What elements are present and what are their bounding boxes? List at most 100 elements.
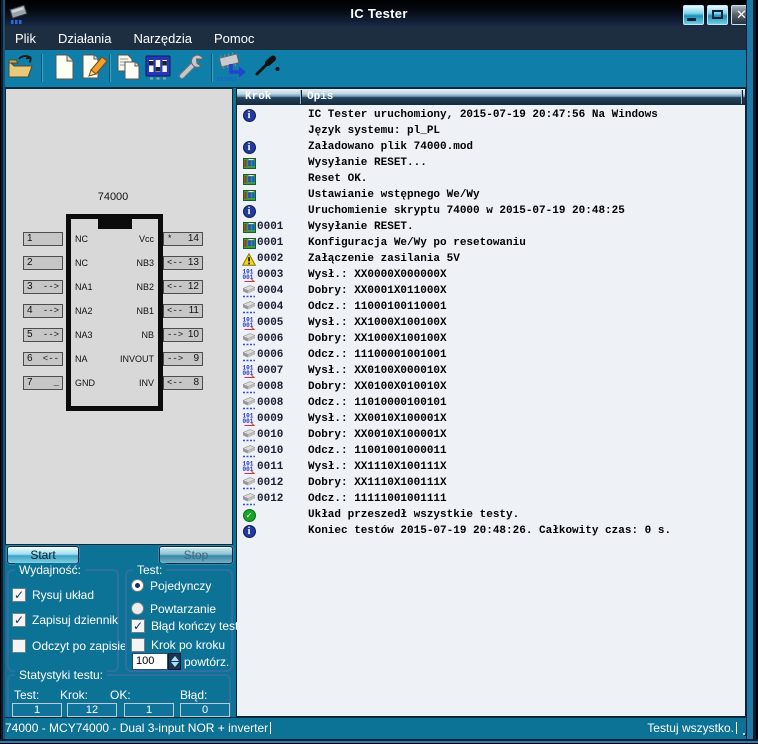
- log-row[interactable]: 1010010011Wysł.: XX1110X100111X: [237, 459, 745, 475]
- log-row-description: Odcz.: 11000100110001: [308, 301, 447, 313]
- log-row[interactable]: 0012Odcz.: 11111001001111: [237, 491, 745, 507]
- menu-item-dziaania[interactable]: Działania: [53, 29, 116, 48]
- close-button[interactable]: ✕: [731, 5, 752, 25]
- log-row[interactable]: Wysyłanie RESET...: [237, 155, 745, 171]
- menu-item-pomoc[interactable]: Pomoc: [209, 29, 259, 48]
- log-row[interactable]: iKoniec testów 2015-07-19 20:48:26. Całk…: [237, 523, 745, 539]
- log-row-description: Dobry: XX0001X011000X: [308, 285, 447, 297]
- text-caret: [736, 722, 737, 734]
- pin-3-box: 3-->: [23, 280, 63, 294]
- minimize-button[interactable]: [683, 5, 704, 25]
- checkbox-rysuj-uk-ad[interactable]: ✓: [12, 588, 26, 602]
- log-row-icon: [242, 428, 256, 442]
- log-row[interactable]: 0004Odcz.: 11000100110001: [237, 299, 745, 315]
- stat-value-krok: 12: [67, 703, 117, 717]
- log-row-description: Uruchomienie skryptu 74000 w 2015-07-19 …: [308, 205, 625, 217]
- column-separator[interactable]: [742, 90, 743, 104]
- log-row[interactable]: 0008Odcz.: 11010000100101: [237, 395, 745, 411]
- new-file-button[interactable]: [48, 53, 80, 85]
- test-group-title: Test:: [133, 563, 166, 577]
- pin-7-label: GND: [75, 376, 95, 390]
- column-separator[interactable]: [301, 90, 302, 104]
- log-row[interactable]: 1010010007Wysł.: XX0100X000010X: [237, 363, 745, 379]
- window-title: IC Tester: [0, 6, 758, 21]
- resize-grip[interactable]: [743, 725, 753, 735]
- log-row[interactable]: ✓Układ przeszedł wszystkie testy.: [237, 507, 745, 523]
- log-row-step: 0010: [257, 445, 283, 457]
- spin-up-icon[interactable]: [171, 656, 179, 661]
- log-row-icon: i: [242, 108, 256, 122]
- performance-group: Wydajność: ✓Rysuj układ✓Zapisuj dziennik…: [7, 569, 119, 672]
- log-row[interactable]: Język systemu: pl_PL: [237, 123, 745, 139]
- toolbar-separator: [109, 54, 111, 82]
- log-row[interactable]: 0006Odcz.: 11100001001001: [237, 347, 745, 363]
- stop-button[interactable]: Stop: [159, 546, 233, 564]
- repeat-count-stepper[interactable]: [168, 653, 181, 670]
- log-row[interactable]: 0010Dobry: XX0010X100001X: [237, 427, 745, 443]
- log-row-description: Wysyłanie RESET.: [308, 221, 414, 233]
- log-row-icon: [242, 476, 256, 490]
- pin-12-box: <--12: [163, 280, 203, 294]
- log-column-opis[interactable]: Opis: [307, 89, 333, 105]
- read-chip-icon: [242, 380, 256, 394]
- log-row[interactable]: iZaładowano plik 74000.mod: [237, 139, 745, 155]
- log-row[interactable]: Reset OK.: [237, 171, 745, 187]
- repeat-count-input[interactable]: 100: [132, 653, 168, 670]
- pin-10-label: NB: [141, 328, 154, 342]
- log-header: Krok Opis: [237, 89, 745, 105]
- log-row[interactable]: 0006Dobry: XX1000X100100X: [237, 331, 745, 347]
- radio-powtarzanie[interactable]: [131, 602, 144, 615]
- log-row-description: Wysł.: XX0000X000000X: [308, 269, 447, 281]
- menu-item-plik[interactable]: Plik: [10, 29, 41, 48]
- window-border-bottom: [0, 739, 758, 744]
- wrench-settings-button[interactable]: [175, 53, 207, 85]
- log-panel[interactable]: Krok Opis iIC Tester uruchomiony, 2015-0…: [236, 88, 746, 717]
- log-row-step: 0012: [257, 477, 283, 489]
- log-row[interactable]: iUruchomienie skryptu 74000 w 2015-07-19…: [237, 203, 745, 219]
- log-row-icon: [242, 348, 256, 362]
- run-test-chip-button[interactable]: 011001: [216, 53, 248, 85]
- menu-item-narzdzia[interactable]: Narzędzia: [128, 29, 197, 48]
- log-row-step: 0001: [257, 221, 283, 233]
- pin-13-label: NB3: [136, 256, 154, 270]
- log-row[interactable]: 0012 Dobry: XX1110X100111X: [237, 475, 745, 491]
- option-label: Rysuj układ: [32, 588, 94, 602]
- log-row[interactable]: 1010010005Wysł.: XX1000X100100X: [237, 315, 745, 331]
- pin-direction-arrow: -->: [43, 305, 59, 317]
- log-row-icon: [242, 252, 256, 266]
- pin-10-box: -->10: [163, 328, 203, 342]
- log-row[interactable]: 0001 Wysyłanie RESET.: [237, 219, 745, 235]
- pin-11-label: NB1: [136, 304, 154, 318]
- log-column-krok[interactable]: Krok: [245, 89, 271, 105]
- open-file-button[interactable]: [5, 53, 37, 85]
- dip-switch-button[interactable]: [142, 53, 174, 85]
- reset-board-icon: [243, 221, 256, 234]
- log-row[interactable]: 0001Konfiguracja We/Wy po resetowaniu: [237, 235, 745, 251]
- log-row[interactable]: Ustawianie wstępnego We/Wy: [237, 187, 745, 203]
- checkbox-b-d-ko-czy-test[interactable]: ✓: [131, 619, 145, 633]
- read-chip-icon: [242, 284, 256, 298]
- log-row[interactable]: 0002Załączenie zasilania 5V: [237, 251, 745, 267]
- checkbox-krok-po-kroku[interactable]: [131, 638, 145, 652]
- spin-down-icon[interactable]: [171, 662, 179, 667]
- log-row[interactable]: iIC Tester uruchomiony, 2015-07-19 20:47…: [237, 107, 745, 123]
- pin-direction-arrow: _: [54, 377, 59, 389]
- log-row[interactable]: 1010010009Wysł.: XX0010X100001X: [237, 411, 745, 427]
- log-row-step: 0009: [257, 413, 283, 425]
- pin-2-label: NC: [75, 256, 88, 270]
- start-button[interactable]: Start: [7, 546, 79, 564]
- maximize-button[interactable]: [707, 5, 728, 25]
- chip-notch: [98, 219, 132, 229]
- checkbox-odczyt-po-zapisie[interactable]: [12, 639, 26, 653]
- log-row[interactable]: 0004Dobry: XX0001X011000X: [237, 283, 745, 299]
- edit-file-button[interactable]: [79, 53, 111, 85]
- log-row-description: Dobry: XX1110X100111X: [308, 477, 447, 489]
- probe-tool-button[interactable]: [252, 53, 284, 85]
- radio-pojedynczy[interactable]: [131, 579, 144, 592]
- copy-document-button[interactable]: [113, 53, 145, 85]
- checkbox-zapisuj-dziennik[interactable]: ✓: [12, 613, 26, 627]
- log-rows: iIC Tester uruchomiony, 2015-07-19 20:47…: [237, 107, 745, 539]
- log-row[interactable]: 0008Dobry: XX0100X010010X: [237, 379, 745, 395]
- log-row[interactable]: 1010010003Wysł.: XX0000X000000X: [237, 267, 745, 283]
- log-row[interactable]: 0010Odcz.: 11001001000011: [237, 443, 745, 459]
